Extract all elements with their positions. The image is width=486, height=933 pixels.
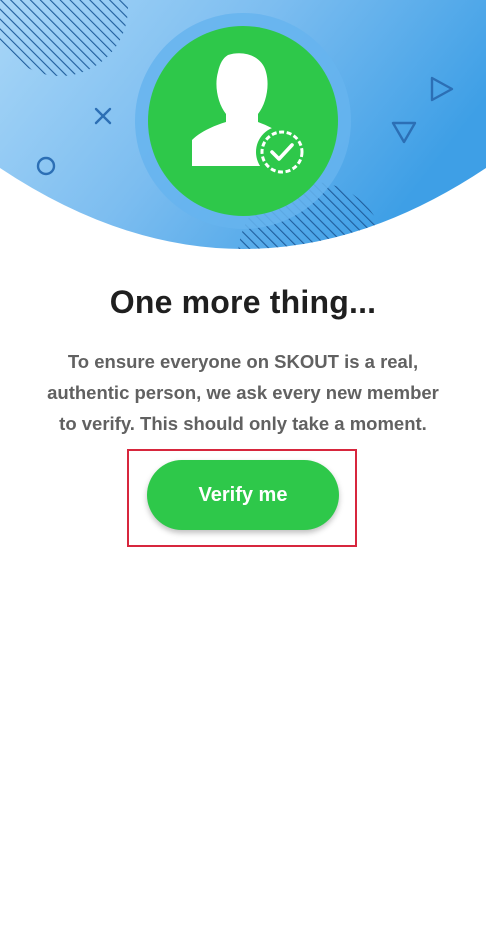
verification-description: To ensure everyone on SKOUT is a real, a…: [47, 351, 439, 434]
header-illustration: [0, 0, 486, 249]
page-title: One more thing...: [109, 284, 377, 320]
verification-screen: One more thing... To ensure everyone on …: [0, 0, 486, 933]
verify-me-button[interactable]: Verify me: [147, 460, 339, 530]
check-circle-icon: [256, 126, 308, 178]
